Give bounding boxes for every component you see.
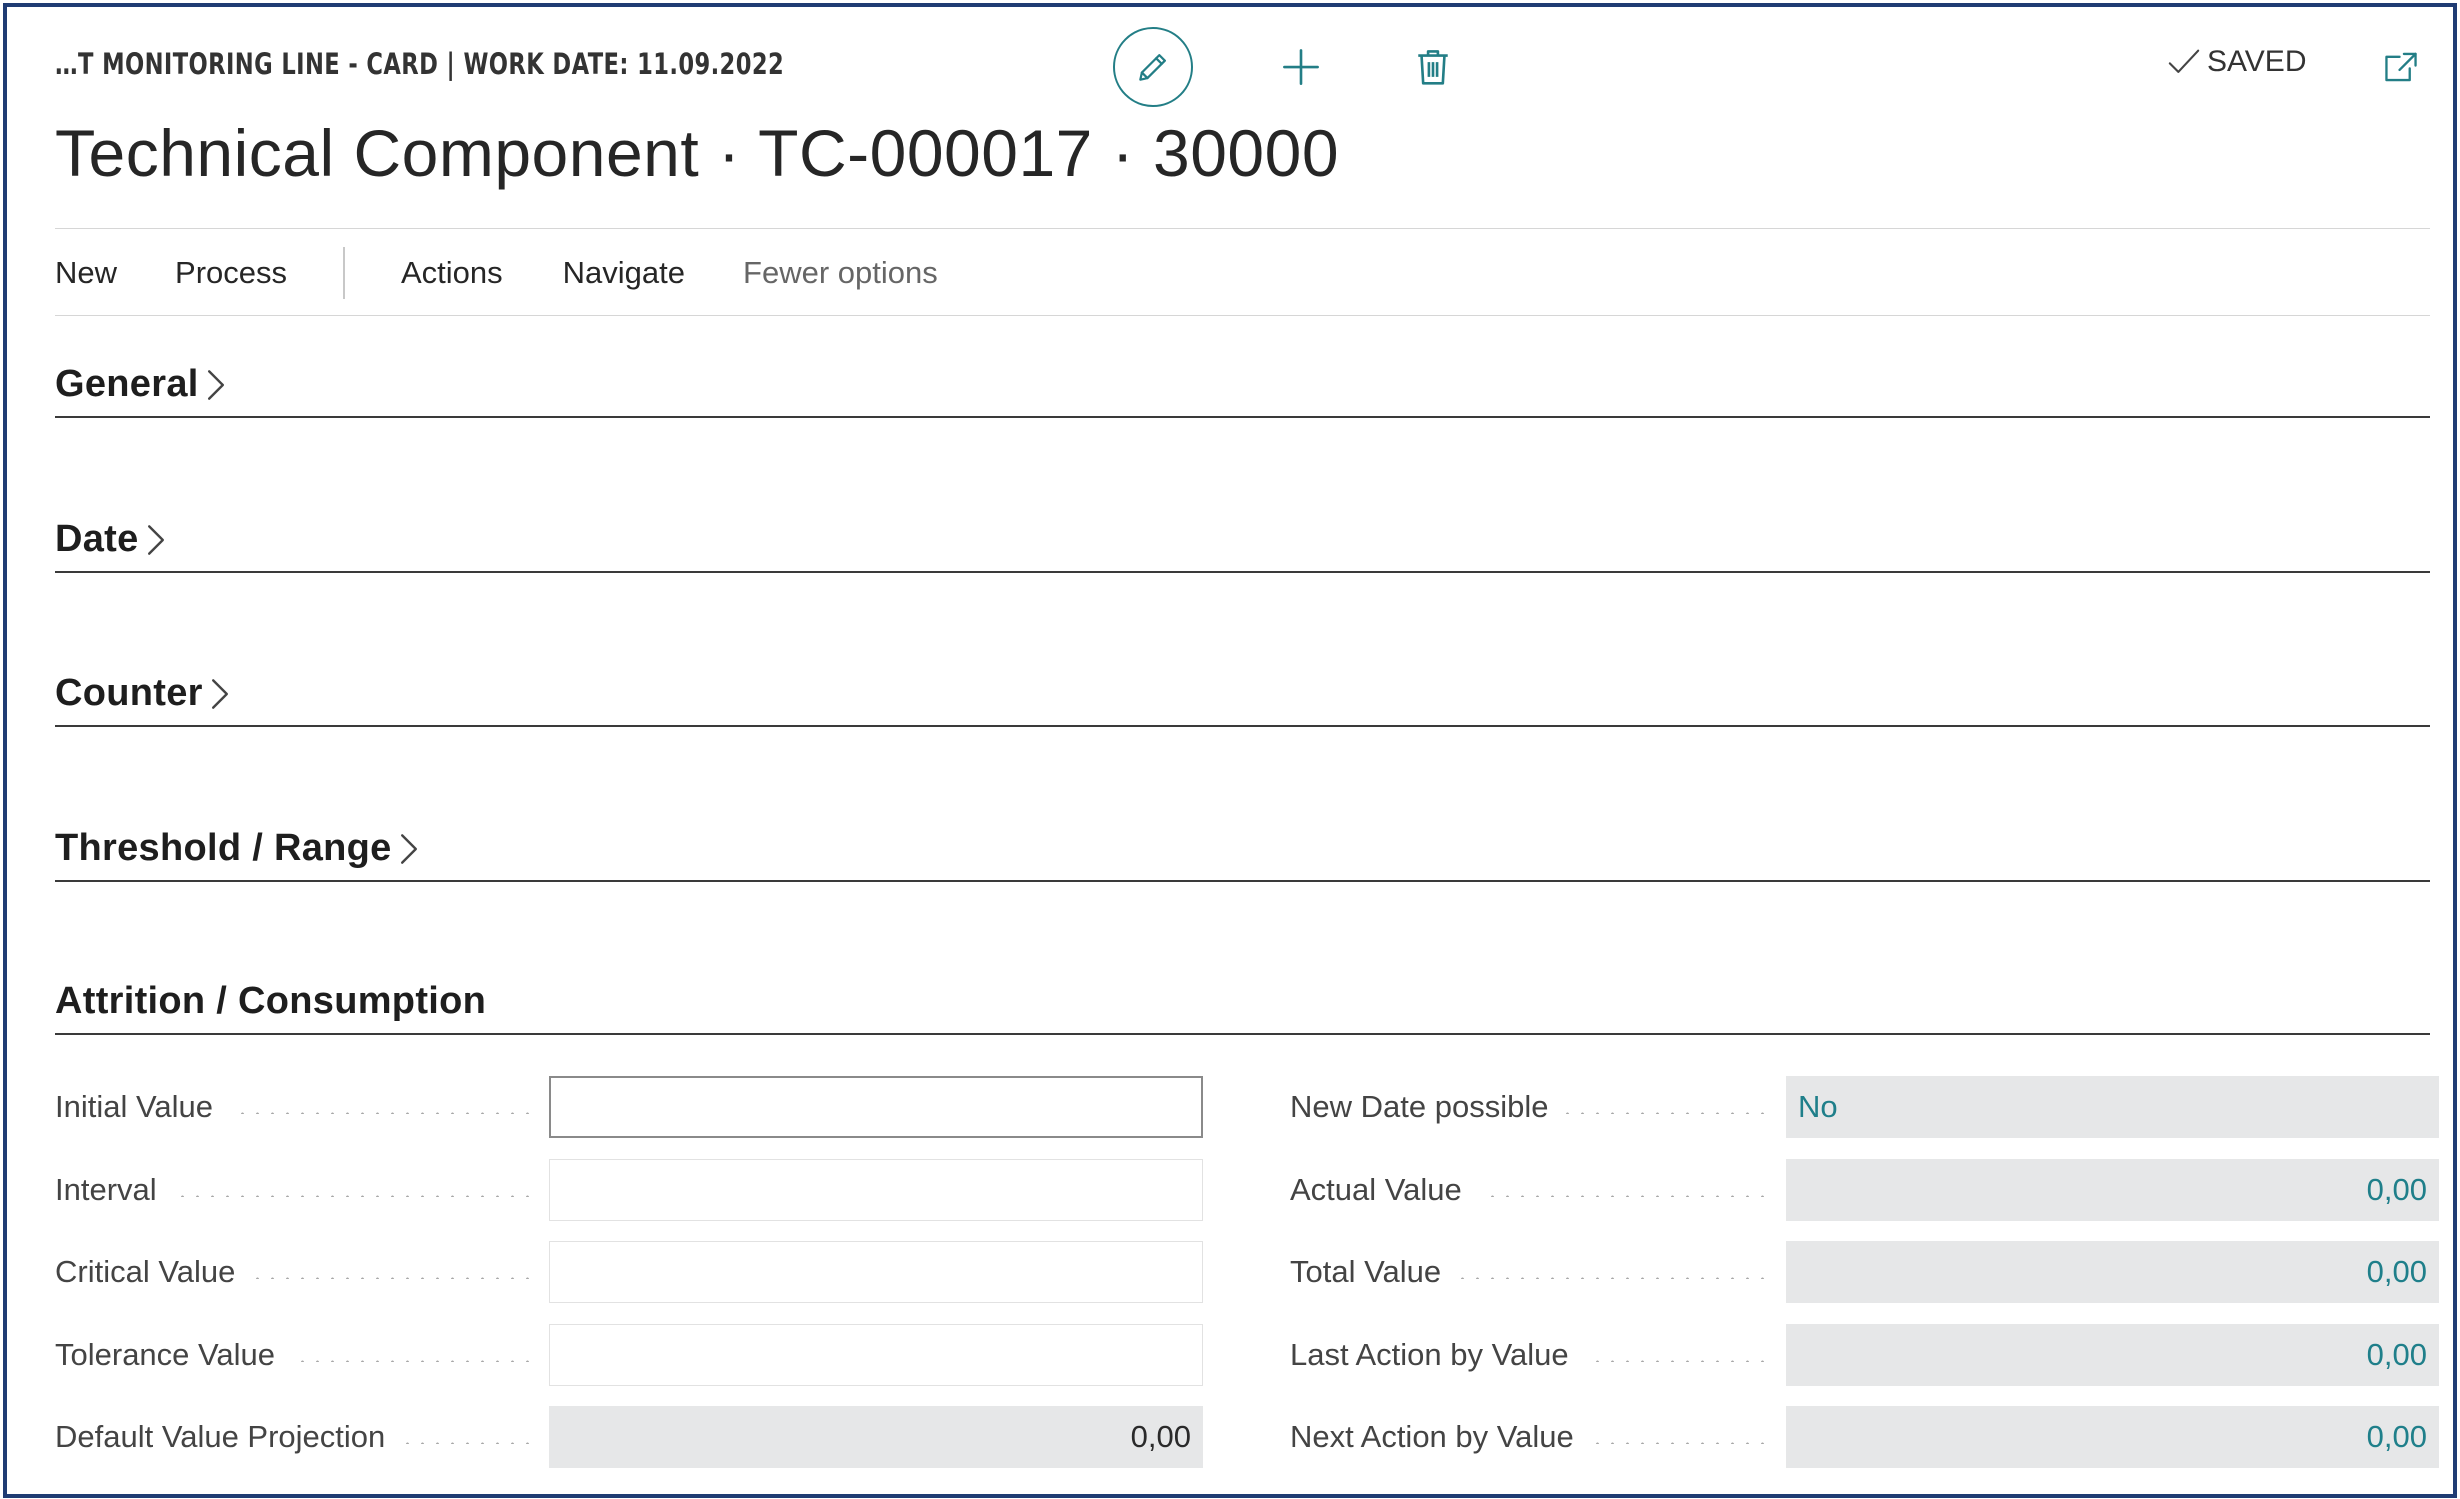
last-action-by-value-value[interactable]: 0,00 <box>1786 1324 2439 1386</box>
field-label: Next Action by Value <box>1290 1406 1592 1468</box>
field-tolerance-value: Tolerance Value <box>55 1324 1203 1386</box>
field-next-action-by-value: Next Action by Value 0,00 <box>1290 1406 2439 1468</box>
page-title: Technical Component · TC-000017 · 30000 <box>55 116 1340 190</box>
chevron-right-icon <box>207 369 224 400</box>
critical-value-input[interactable] <box>549 1241 1203 1303</box>
saved-label: SAVED <box>2207 45 2307 78</box>
chevron-right-icon <box>147 524 164 555</box>
action-navigate[interactable]: Navigate <box>563 255 685 291</box>
section-attrition-label: Attrition / Consumption <box>55 980 487 1022</box>
open-in-new-window-icon <box>2385 52 2417 82</box>
next-action-by-value-value[interactable]: 0,00 <box>1786 1406 2439 1468</box>
interval-input[interactable] <box>549 1159 1203 1221</box>
action-actions[interactable]: Actions <box>401 255 503 291</box>
divider <box>55 228 2430 229</box>
section-underline <box>55 725 2430 727</box>
section-underline <box>55 571 2430 573</box>
section-counter[interactable]: Counter <box>55 667 2430 727</box>
saved-status: SAVED <box>2167 45 2306 79</box>
chevron-right-icon <box>211 678 228 709</box>
chevron-right-icon <box>400 833 417 864</box>
field-label: Last Action by Value <box>1290 1324 1587 1386</box>
field-label: Default Value Projection <box>55 1406 404 1468</box>
action-separator <box>343 247 345 299</box>
total-value-value[interactable]: 0,00 <box>1786 1241 2439 1303</box>
field-default-value-projection: Default Value Projection 0,00 <box>55 1406 1203 1468</box>
section-counter-label: Counter <box>55 672 203 714</box>
field-label: Critical Value <box>55 1241 254 1303</box>
field-label: Initial Value <box>55 1076 231 1138</box>
section-attrition-label-wrap: Attrition / Consumption <box>55 980 486 1023</box>
section-date-label: Date <box>55 518 139 560</box>
new-date-possible-value[interactable]: No <box>1786 1076 2439 1138</box>
section-threshold-label-wrap: Threshold / Range <box>55 827 420 870</box>
edit-button[interactable] <box>1113 27 1193 107</box>
checkmark-icon <box>2168 49 2200 73</box>
field-last-action-by-value: Last Action by Value 0,00 <box>1290 1324 2439 1386</box>
new-button[interactable] <box>1271 37 1331 97</box>
field-new-date-possible: New Date possible No <box>1290 1076 2439 1138</box>
field-initial-value: Initial Value <box>55 1076 1203 1138</box>
section-date[interactable]: Date <box>55 513 2430 573</box>
section-general-label-wrap: General <box>55 363 227 406</box>
action-new[interactable]: New <box>55 255 117 291</box>
section-general-label: General <box>55 363 199 405</box>
field-actual-value: Actual Value 0,00 <box>1290 1159 2439 1221</box>
field-label: New Date possible <box>1290 1076 1567 1138</box>
action-fewer-options[interactable]: Fewer options <box>743 255 938 291</box>
initial-value-input[interactable] <box>549 1076 1203 1138</box>
action-bar: New Process Actions Navigate Fewer optio… <box>55 247 938 299</box>
trash-icon <box>1418 50 1448 85</box>
field-label: Total Value <box>1290 1241 1460 1303</box>
delete-button[interactable] <box>1403 37 1463 97</box>
section-date-label-wrap: Date <box>55 518 167 561</box>
section-underline <box>55 880 2430 882</box>
section-underline <box>55 416 2430 418</box>
section-general[interactable]: General <box>55 358 2430 418</box>
section-attrition-consumption[interactable]: Attrition / Consumption <box>55 975 2430 1035</box>
card-window: …T MONITORING LINE - CARD | WORK DATE: 1… <box>3 3 2457 1498</box>
field-critical-value: Critical Value <box>55 1241 1203 1303</box>
section-threshold-label: Threshold / Range <box>55 827 392 869</box>
field-total-value: Total Value 0,00 <box>1290 1241 2439 1303</box>
field-label: Tolerance Value <box>55 1324 294 1386</box>
field-label: Interval <box>55 1159 175 1221</box>
pencil-icon <box>1139 54 1166 81</box>
field-interval: Interval <box>55 1159 1203 1221</box>
default-value-projection-value: 0,00 <box>549 1406 1203 1468</box>
plus-icon <box>1283 49 1319 85</box>
field-label: Actual Value <box>1290 1159 1480 1221</box>
breadcrumb: …T MONITORING LINE - CARD | WORK DATE: 1… <box>55 47 785 81</box>
section-underline <box>55 1033 2430 1035</box>
open-in-new-window-button[interactable] <box>2377 43 2425 91</box>
divider <box>55 315 2430 316</box>
section-threshold-range[interactable]: Threshold / Range <box>55 822 2430 882</box>
section-counter-label-wrap: Counter <box>55 672 231 715</box>
tolerance-value-input[interactable] <box>549 1324 1203 1386</box>
actual-value-value[interactable]: 0,00 <box>1786 1159 2439 1221</box>
action-process[interactable]: Process <box>175 255 287 291</box>
